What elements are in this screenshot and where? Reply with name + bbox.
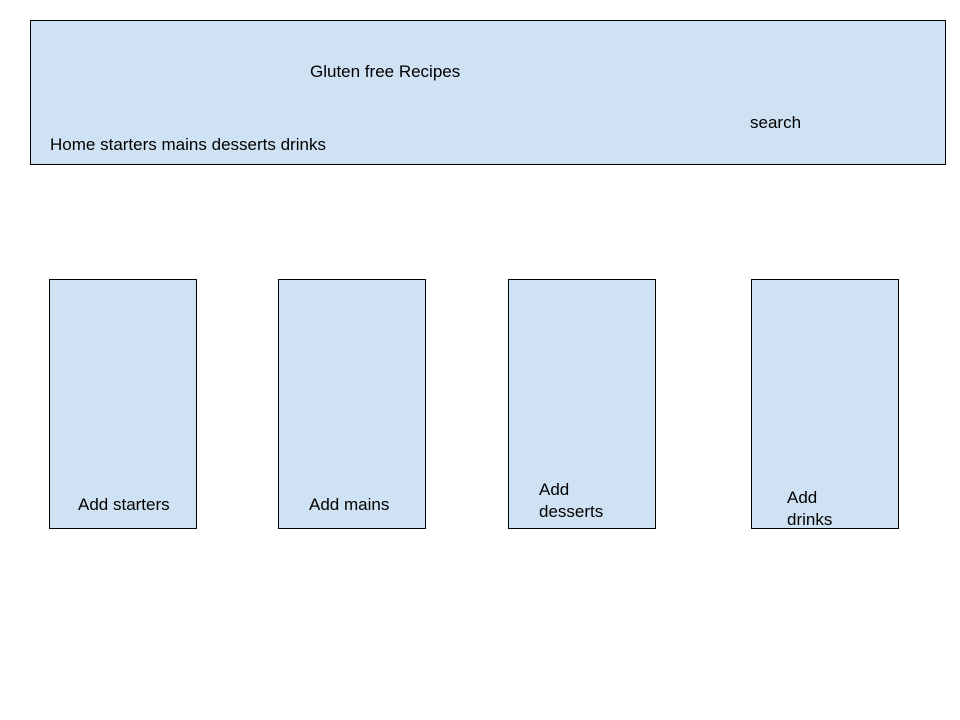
add-drinks-label: Add drinks (787, 487, 847, 531)
nav-drinks[interactable]: drinks (281, 135, 326, 154)
add-mains-card[interactable]: Add mains (278, 279, 426, 529)
add-starters-card[interactable]: Add starters (49, 279, 197, 529)
nav-desserts[interactable]: desserts (212, 135, 276, 154)
main-nav: Home starters mains desserts drinks (50, 135, 326, 155)
add-drinks-label-line1: Add (787, 488, 818, 507)
add-desserts-label: Add desserts (539, 479, 619, 523)
add-desserts-label-line2: desserts (539, 502, 604, 521)
nav-starters[interactable]: starters (100, 135, 157, 154)
add-drinks-label-line2: drinks (787, 510, 833, 529)
site-header: Gluten free Recipes search Home starters… (30, 20, 946, 165)
add-mains-label: Add mains (309, 495, 390, 514)
add-starters-label: Add starters (78, 495, 170, 514)
add-drinks-card[interactable]: Add drinks (751, 279, 899, 529)
add-desserts-card[interactable]: Add desserts (508, 279, 656, 529)
search-link[interactable]: search (750, 113, 801, 133)
nav-mains[interactable]: mains (162, 135, 207, 154)
site-title: Gluten free Recipes (310, 62, 461, 81)
page: Gluten free Recipes search Home starters… (0, 0, 960, 720)
add-desserts-label-line1: Add (539, 480, 570, 499)
nav-home[interactable]: Home (50, 135, 95, 154)
